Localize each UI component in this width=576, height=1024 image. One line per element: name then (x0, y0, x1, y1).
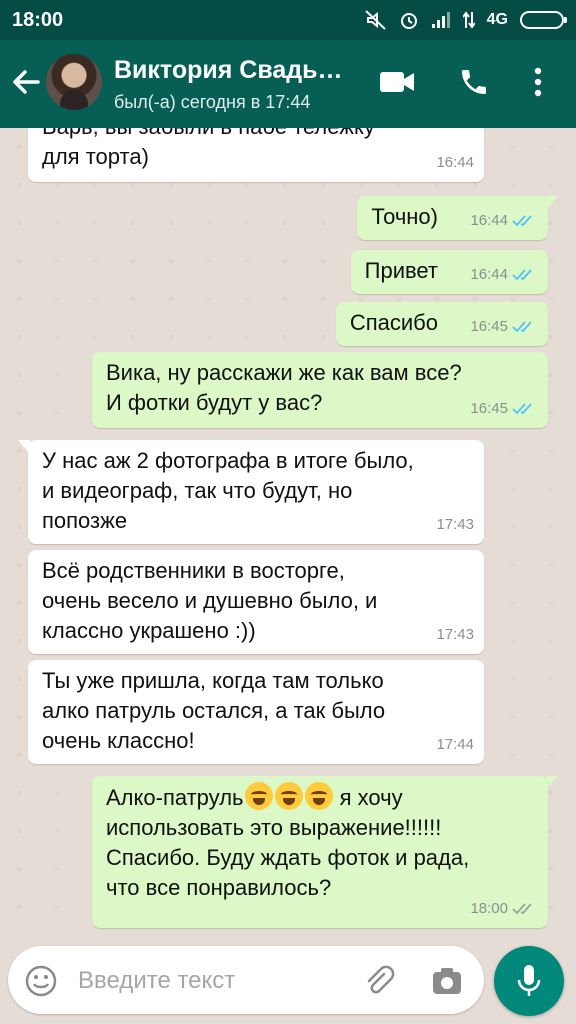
attach-icon[interactable] (362, 964, 396, 998)
message-outgoing[interactable]: Точно) 16:44 (357, 196, 558, 240)
message-time: 16:44 (436, 154, 474, 171)
status-time: 18:00 (12, 8, 64, 31)
message-text: Алко-патруль я хочу использовать это выр… (106, 782, 534, 903)
battery-icon (520, 11, 567, 29)
message-time: 16:45 (470, 318, 508, 335)
message-time: 16:44 (470, 212, 508, 229)
composer-bar (0, 940, 576, 1024)
message-time: 17:43 (436, 516, 474, 533)
signal-icon (431, 12, 450, 28)
message-incoming[interactable]: Всё родственники в восторге, очень весел… (28, 550, 484, 654)
mic-icon (517, 965, 541, 996)
status-icons: 4G (364, 10, 567, 30)
laughing-emoji-icon (244, 782, 273, 810)
avatar[interactable] (46, 54, 102, 110)
chat-area[interactable]: Варь, вы забыли в пабе тележку для торта… (0, 128, 576, 940)
read-ticks-icon (512, 269, 532, 281)
data-arrows-icon (462, 11, 475, 29)
camera-icon[interactable] (430, 964, 464, 998)
message-time: 18:00 (470, 900, 508, 917)
network-type: 4G (486, 11, 508, 28)
mic-button[interactable] (494, 946, 564, 1016)
message-text-before-emoji: Алко-патруль (106, 785, 244, 810)
phone-icon[interactable] (458, 66, 490, 98)
last-seen: был(-а) сегодня в 17:44 (114, 92, 311, 112)
message-text: Спасибо (349, 310, 438, 335)
laughing-emoji-icon (304, 782, 333, 810)
more-vert-icon[interactable] (532, 66, 544, 98)
video-call-icon[interactable] (378, 66, 416, 98)
message-text: Точно) (371, 204, 438, 229)
alarm-icon (400, 13, 417, 29)
message-time: 16:44 (470, 266, 508, 283)
message-time: 17:44 (436, 736, 474, 753)
read-ticks-icon (512, 215, 532, 227)
emoji-icon[interactable] (24, 964, 58, 998)
chat-header: Виктория Свадь… был(-а) сегодня в 17:44 (0, 40, 576, 128)
contact-name[interactable]: Виктория Свадь… (114, 56, 343, 85)
message-text: У нас аж 2 фотографа в итоге было, и вид… (42, 448, 414, 533)
laughing-emoji-icon (274, 782, 303, 810)
read-ticks-icon (512, 321, 532, 333)
status-bar: 18:00 4G (0, 0, 576, 40)
message-incoming[interactable]: Варь, вы забыли в пабе тележку для торта… (28, 128, 484, 182)
back-arrow-icon[interactable] (10, 66, 42, 98)
message-outgoing[interactable]: Вика, ну расскажи же как вам все? И фотк… (92, 352, 548, 428)
message-time: 16:45 (470, 400, 508, 417)
message-outgoing[interactable]: Алко-патруль я хочу использовать это выр… (92, 776, 558, 928)
delivered-ticks-icon (512, 903, 532, 915)
message-text: Ты уже пришла, когда там только алко пат… (42, 668, 386, 753)
message-outgoing[interactable]: Спасибо 16:45 (335, 302, 548, 346)
message-text: Варь, вы забыли в пабе тележку для торта… (42, 128, 375, 169)
message-outgoing[interactable]: Привет 16:44 (350, 250, 548, 294)
message-text: Привет (364, 258, 438, 283)
message-incoming[interactable]: У нас аж 2 фотографа в итоге было, и вид… (18, 440, 484, 544)
read-ticks-icon (512, 403, 532, 415)
message-time: 17:43 (436, 626, 474, 643)
composer-pill (8, 946, 484, 1014)
message-incoming[interactable]: Ты уже пришла, когда там только алко пат… (28, 660, 484, 764)
message-text: Всё родственники в восторге, очень весел… (42, 558, 378, 643)
mute-icon (364, 10, 386, 30)
message-input[interactable] (76, 962, 350, 1000)
